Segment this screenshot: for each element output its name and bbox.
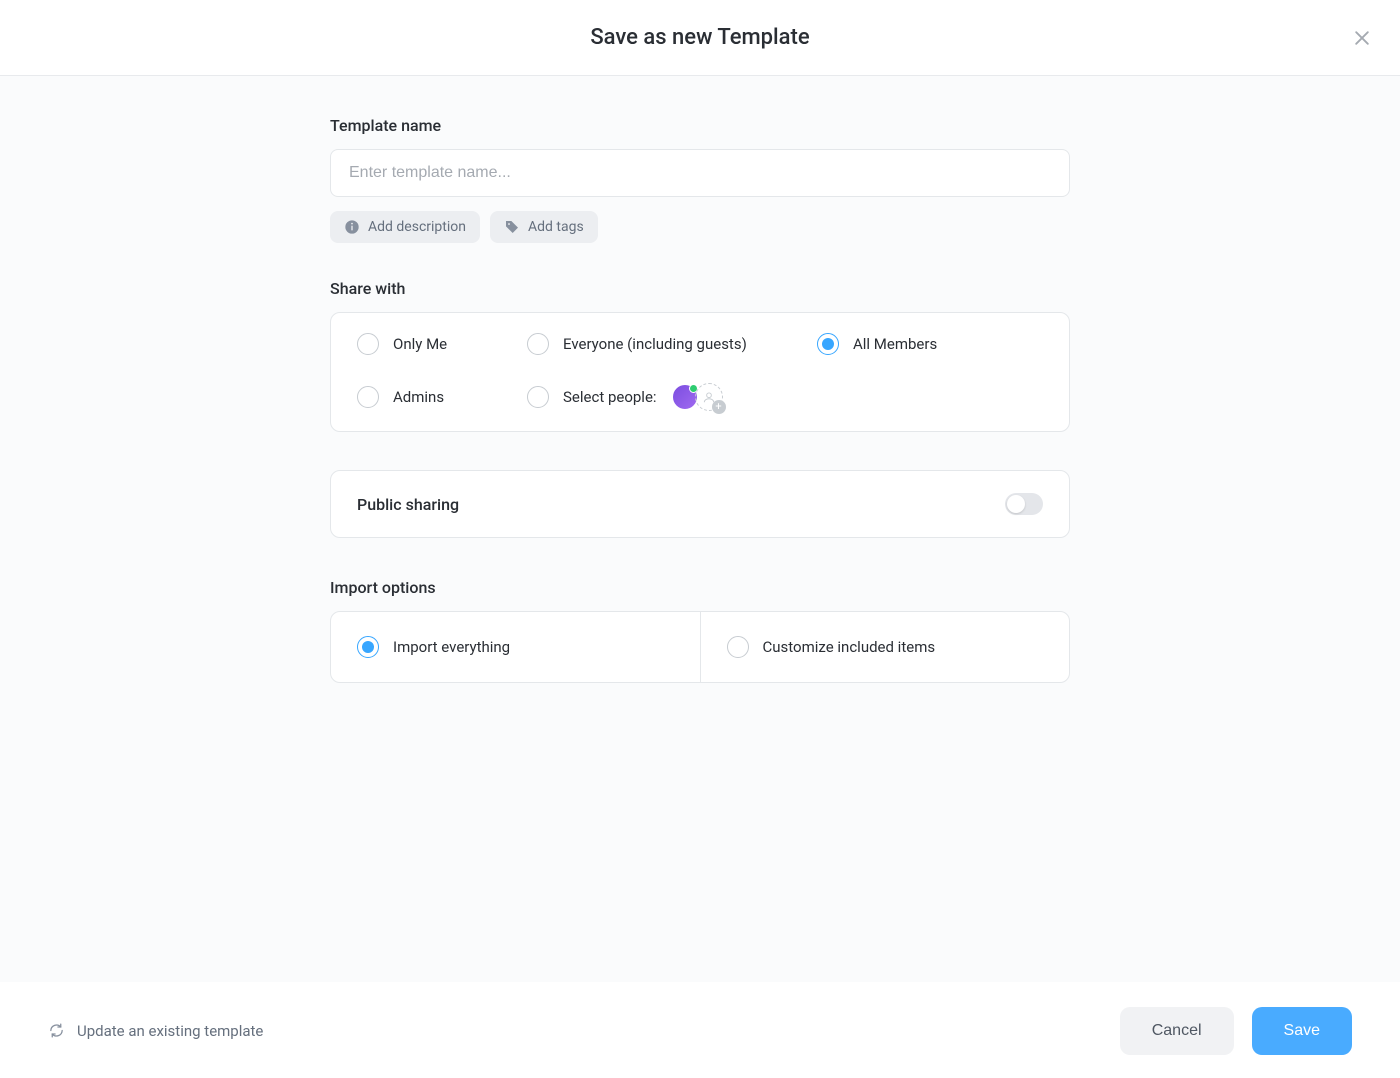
cancel-label: Cancel — [1152, 1022, 1202, 1040]
refresh-icon — [48, 1022, 65, 1039]
import-option-customize[interactable]: Customize included items — [700, 612, 1070, 682]
public-sharing-label: Public sharing — [357, 495, 459, 514]
share-option-label: Everyone (including guests) — [563, 335, 747, 353]
radio-icon — [357, 333, 379, 355]
radio-icon — [527, 386, 549, 408]
radio-icon — [727, 636, 749, 658]
add-description-button[interactable]: Add description — [330, 211, 480, 243]
update-existing-template-button[interactable]: Update an existing template — [48, 1022, 263, 1040]
share-option-label: Admins — [393, 388, 444, 406]
share-panel: Only Me Everyone (including guests) All … — [330, 312, 1070, 432]
modal-title: Save as new Template — [590, 25, 809, 50]
share-option-only-me[interactable]: Only Me — [357, 333, 527, 355]
public-sharing-panel: Public sharing — [330, 470, 1070, 538]
toggle-knob — [1007, 495, 1025, 513]
add-description-label: Add description — [368, 219, 466, 235]
cancel-button[interactable]: Cancel — [1120, 1007, 1234, 1055]
modal-body: Template name Add description Add tags S… — [0, 76, 1400, 982]
modal-header: Save as new Template — [0, 0, 1400, 76]
import-option-label: Customize included items — [763, 638, 936, 656]
template-name-input[interactable] — [330, 149, 1070, 197]
save-label: Save — [1284, 1022, 1320, 1040]
plus-badge-icon: + — [712, 400, 726, 414]
import-option-label: Import everything — [393, 638, 510, 656]
import-option-everything[interactable]: Import everything — [331, 612, 700, 682]
share-option-everyone[interactable]: Everyone (including guests) — [527, 333, 817, 355]
import-options-label: Import options — [330, 578, 1070, 597]
tag-icon — [504, 219, 520, 235]
modal-footer: Update an existing template Cancel Save — [0, 982, 1400, 1078]
share-option-label: Only Me — [393, 335, 447, 353]
info-icon — [344, 219, 360, 235]
close-icon — [1352, 28, 1372, 48]
radio-icon — [817, 333, 839, 355]
import-options-panel: Import everything Customize included ite… — [330, 611, 1070, 683]
radio-icon — [527, 333, 549, 355]
avatar-stack: + — [671, 383, 723, 411]
share-with-label: Share with — [330, 279, 1070, 298]
share-option-label: All Members — [853, 335, 937, 353]
radio-icon — [357, 386, 379, 408]
share-option-admins[interactable]: Admins — [357, 386, 527, 408]
share-option-label: Select people: — [563, 388, 657, 406]
template-name-label: Template name — [330, 116, 1070, 135]
update-existing-label: Update an existing template — [77, 1022, 263, 1040]
close-button[interactable] — [1348, 24, 1376, 52]
radio-icon — [357, 636, 379, 658]
add-tags-button[interactable]: Add tags — [490, 211, 598, 243]
save-button[interactable]: Save — [1252, 1007, 1352, 1055]
add-tags-label: Add tags — [528, 219, 584, 235]
share-option-all-members[interactable]: All Members — [817, 333, 1043, 355]
add-person-button[interactable]: + — [695, 383, 723, 411]
public-sharing-toggle[interactable] — [1005, 493, 1043, 515]
share-option-select-people[interactable]: Select people: + — [527, 383, 817, 411]
